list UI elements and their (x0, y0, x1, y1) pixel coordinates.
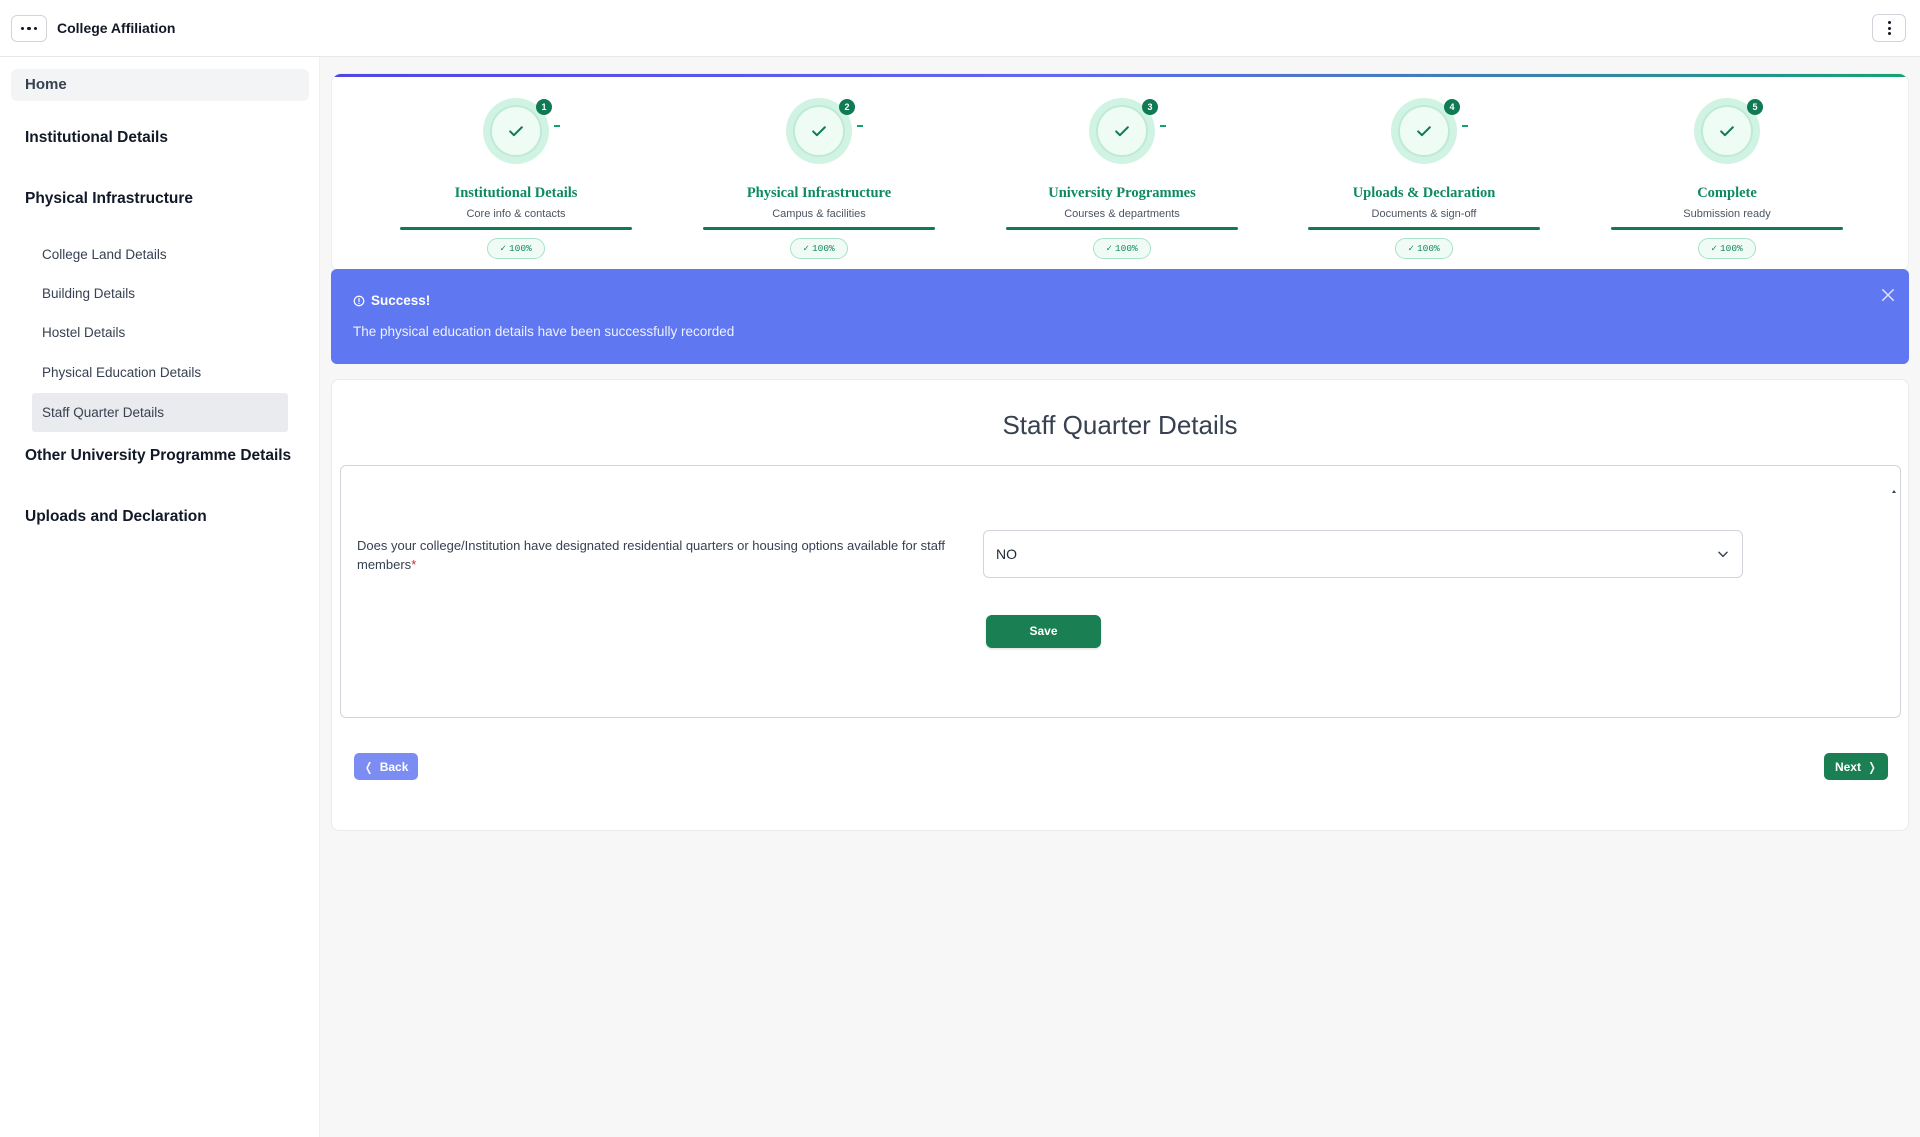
step-number: 5 (1747, 99, 1763, 115)
sidebar-section-institutional-details[interactable]: Institutional Details (25, 129, 168, 147)
question-text: Does your college/Institution have desig… (357, 538, 946, 572)
check-icon (509, 126, 523, 137)
step-title: Uploads & Declaration (1352, 185, 1496, 201)
step-subtitle: Documents & sign-off (1371, 208, 1477, 220)
check-icon (812, 126, 826, 137)
step-progress-badge: ✓ 100% (790, 238, 848, 259)
info-icon (353, 295, 365, 306)
step-uploads-declaration[interactable]: 4 Uploads & Declaration Documents & sign… (1308, 74, 1540, 271)
caret-up-icon[interactable] (1892, 490, 1896, 493)
alert-message: The physical education details have been… (353, 324, 735, 339)
next-button[interactable]: Next ❭ (1824, 753, 1888, 780)
progress-stepper: 1 Institutional Details Core info & cont… (331, 73, 1909, 272)
sidebar-item-college-land-details[interactable]: College Land Details (32, 235, 288, 274)
step-progress-bar (1308, 227, 1540, 230)
step-connector (554, 125, 560, 127)
step-progress-bar (703, 227, 935, 230)
check-small-icon: ✓ (500, 243, 506, 254)
step-number: 4 (1444, 99, 1460, 115)
step-progress-value: 100% (1719, 243, 1743, 254)
step-university-programmes[interactable]: 3 University Programmes Courses & depart… (1006, 74, 1238, 271)
step-connector (857, 125, 863, 127)
more-vertical-icon[interactable] (1872, 14, 1906, 42)
more-horizontal-icon[interactable] (11, 15, 47, 42)
page-title: Staff Quarter Details (1002, 410, 1238, 440)
app-title: College Affiliation (57, 20, 176, 36)
step-connector (1462, 125, 1468, 127)
step-complete[interactable]: 5 Complete Submission ready ✓ 100% (1611, 74, 1843, 271)
alert-title: Success! (371, 293, 431, 308)
step-subtitle: Campus & facilities (772, 208, 866, 220)
step-connector (1160, 125, 1166, 127)
step-number: 3 (1142, 99, 1158, 115)
check-small-icon: ✓ (1106, 243, 1112, 254)
back-button[interactable]: ❬ Back (354, 753, 418, 780)
chevron-right-icon: ❭ (1866, 759, 1878, 774)
select-value: NO (996, 546, 1017, 562)
step-progress-value: 100% (1114, 243, 1138, 254)
main-content: 1 Institutional Details Core info & cont… (320, 57, 1920, 1137)
sidebar-item-hostel-details[interactable]: Hostel Details (32, 313, 288, 352)
step-subtitle: Submission ready (1683, 208, 1771, 220)
step-subtitle: Core info & contacts (466, 208, 566, 220)
check-icon (1720, 126, 1734, 137)
required-marker: * (411, 557, 417, 572)
staff-quarter-form-card: Staff Quarter Details Does your college/… (331, 379, 1909, 831)
step-title: University Programmes (1048, 185, 1196, 201)
sidebar-section-uploads-and-declaration[interactable]: Uploads and Declaration (25, 508, 207, 526)
back-label: Back (379, 759, 409, 774)
check-icon (1115, 126, 1129, 137)
step-progress-bar (1006, 227, 1238, 230)
sidebar-section-physical-infrastructure[interactable]: Physical Infrastructure (25, 190, 193, 208)
step-institutional-details[interactable]: 1 Institutional Details Core info & cont… (400, 74, 632, 271)
check-small-icon: ✓ (1711, 243, 1717, 254)
success-alert: Success! The physical education details … (331, 269, 1909, 364)
step-progress-value: 100% (508, 243, 532, 254)
step-progress-badge: ✓ 100% (1698, 238, 1756, 259)
sidebar-item-home[interactable]: Home (11, 69, 309, 101)
sidebar-item-building-details[interactable]: Building Details (32, 274, 288, 313)
step-title: Institutional Details (454, 185, 578, 201)
form-section: Does your college/Institution have desig… (340, 465, 1901, 718)
step-number: 2 (839, 99, 855, 115)
step-title: Physical Infrastructure (746, 185, 892, 201)
step-title: Complete (1697, 185, 1757, 201)
chevron-left-icon: ❬ (363, 759, 374, 774)
close-icon[interactable] (1879, 286, 1897, 304)
sidebar: Home Institutional Details Physical Infr… (0, 57, 320, 1137)
check-small-icon: ✓ (1408, 243, 1414, 254)
step-progress-badge: ✓ 100% (487, 238, 545, 259)
staff-quarters-question-label: Does your college/Institution have desig… (357, 536, 957, 574)
step-progress-value: 100% (1416, 243, 1440, 254)
step-progress-value: 100% (811, 243, 835, 254)
top-bar: College Affiliation (0, 0, 1920, 57)
step-progress-bar (400, 227, 632, 230)
step-subtitle: Courses & departments (1064, 208, 1180, 220)
sidebar-item-physical-education-details[interactable]: Physical Education Details (32, 353, 288, 392)
staff-quarters-select[interactable]: NO (983, 530, 1743, 578)
save-button[interactable]: Save (986, 615, 1101, 648)
step-progress-bar (1611, 227, 1843, 230)
alert-header: Success! (353, 293, 430, 308)
sidebar-section-other-university-programme-details[interactable]: Other University Programme Details (25, 447, 291, 465)
chevron-down-icon (1718, 551, 1728, 558)
next-label: Next (1834, 759, 1861, 774)
step-progress-badge: ✓ 100% (1395, 238, 1453, 259)
check-small-icon: ✓ (803, 243, 809, 254)
step-progress-badge: ✓ 100% (1093, 238, 1151, 259)
step-physical-infrastructure[interactable]: 2 Physical Infrastructure Campus & facil… (703, 74, 935, 271)
step-number: 1 (536, 99, 552, 115)
check-icon (1417, 126, 1431, 137)
sidebar-item-staff-quarter-details[interactable]: Staff Quarter Details (32, 393, 288, 432)
